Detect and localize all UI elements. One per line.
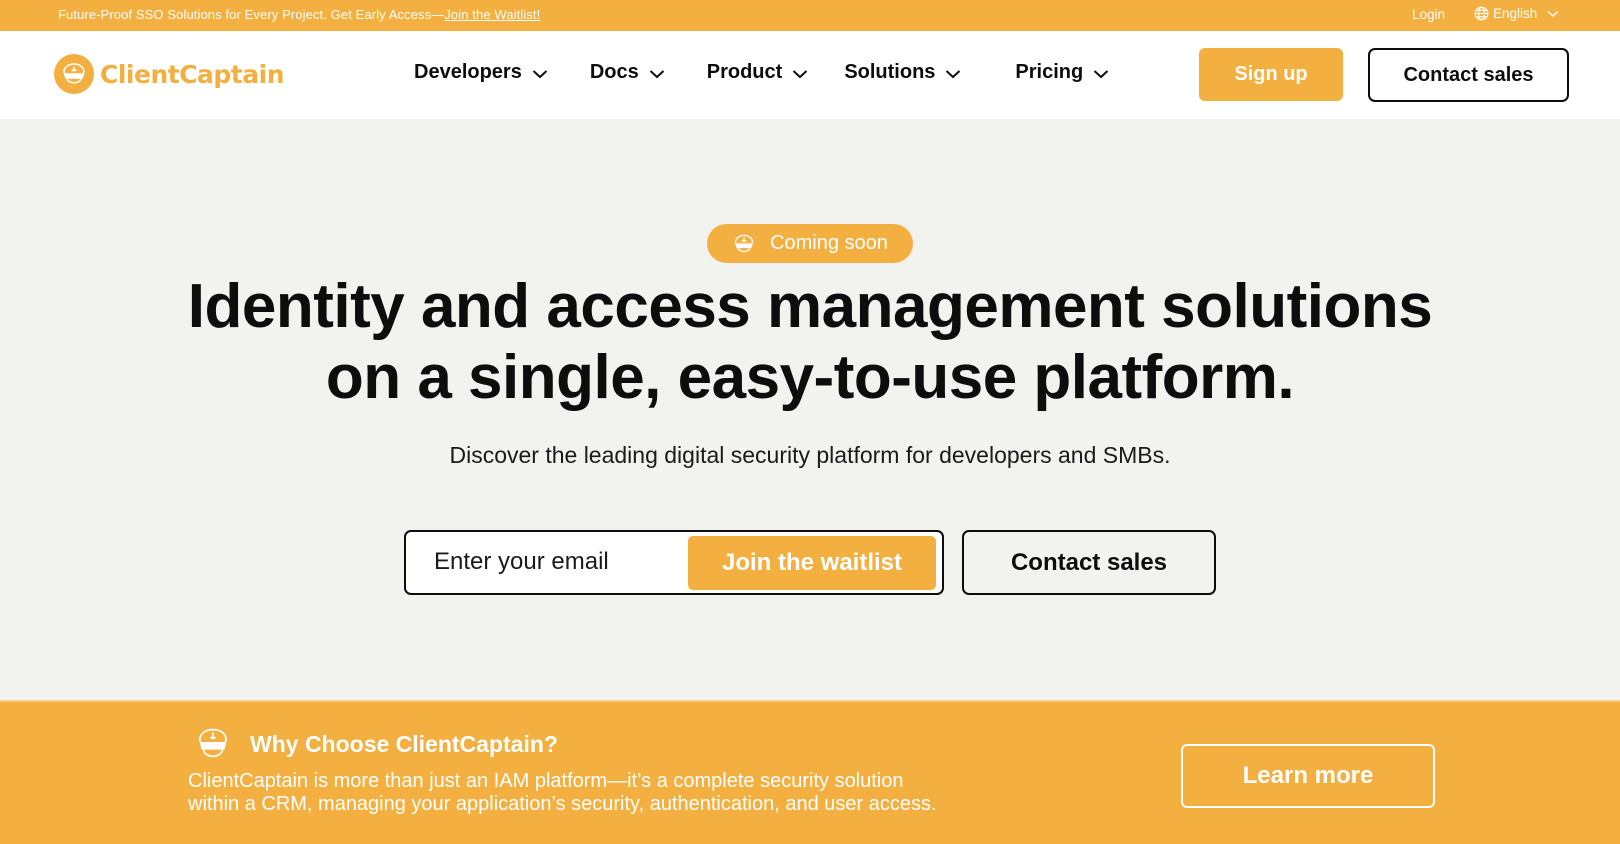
why-choose-title: Why Choose ClientCaptain? — [250, 730, 558, 757]
captain-hat-icon — [198, 728, 228, 758]
headline-line-1: Identity and access management solutions — [187, 272, 1433, 341]
chevron-down-icon — [532, 69, 548, 78]
description-line-2: within a CRM, managing your application’… — [188, 793, 937, 815]
logo[interactable]: ClientCaptain — [54, 54, 285, 94]
globe-icon — [1474, 6, 1489, 21]
join-waitlist-link[interactable]: Join the Waitlist! — [444, 7, 540, 22]
chevron-down-icon — [1094, 69, 1109, 78]
learn-more-button[interactable]: Learn more — [1181, 744, 1435, 808]
primary-nav: Developers Docs Product Solutions Pricin… — [414, 61, 1109, 84]
nav-item-product[interactable]: Product — [707, 61, 809, 84]
nav-label: Pricing — [1015, 61, 1084, 83]
hero-section: Coming soon Identity and access manageme… — [0, 119, 1620, 700]
coming-soon-badge: Coming soon — [707, 224, 913, 263]
why-choose-header: Why Choose ClientCaptain? — [196, 726, 558, 762]
nav-item-solutions[interactable]: Solutions — [844, 61, 961, 84]
nav-label: Solutions — [844, 61, 936, 83]
main-navbar: ClientCaptain Developers Docs Product So… — [0, 31, 1620, 119]
nav-item-docs[interactable]: Docs — [590, 61, 665, 84]
sign-up-button[interactable]: Sign up — [1199, 48, 1343, 101]
captain-hat-icon — [734, 234, 754, 252]
language-selector[interactable]: English — [1474, 6, 1559, 21]
hero-subheadline: Discover the leading digital security pl… — [449, 442, 1171, 468]
why-choose-section: Why Choose ClientCaptain? ClientCaptain … — [0, 700, 1620, 844]
headline-line-2: on a single, easy-to-use platform. — [325, 343, 1295, 412]
nav-item-developers[interactable]: Developers — [414, 61, 548, 84]
contact-sales-button[interactable]: Contact sales — [1368, 48, 1569, 102]
login-link[interactable]: Login — [1412, 7, 1445, 22]
nav-item-pricing[interactable]: Pricing — [1015, 61, 1109, 84]
brand-name: ClientCaptain — [100, 59, 285, 89]
hero-headline: Identity and access management solutions… — [0, 271, 1620, 413]
language-label: English — [1493, 6, 1538, 21]
chevron-down-icon — [649, 69, 664, 78]
captain-hat-logo-icon — [54, 54, 94, 94]
announcement-bar: Future-Proof SSO Solutions for Every Pro… — [0, 0, 1620, 31]
promo-text: Future-Proof SSO Solutions for Every Pro… — [58, 7, 445, 22]
join-waitlist-button[interactable]: Join the waitlist — [688, 536, 936, 590]
nav-label: Docs — [589, 61, 639, 83]
why-choose-description: ClientCaptain is more than just an IAM p… — [188, 770, 988, 816]
chevron-down-icon — [1547, 10, 1559, 17]
badge-label: Coming soon — [770, 232, 888, 254]
description-line-1: ClientCaptain is more than just an IAM p… — [188, 770, 904, 792]
nav-label: Developers — [414, 61, 522, 83]
email-input[interactable] — [434, 532, 684, 592]
nav-label: Product — [706, 61, 783, 83]
promo-message: Future-Proof SSO Solutions for Every Pro… — [58, 7, 540, 22]
chevron-down-icon — [793, 69, 808, 78]
chevron-down-icon — [946, 69, 961, 78]
waitlist-form: Join the waitlist — [404, 530, 944, 595]
hero-contact-sales-button[interactable]: Contact sales — [962, 530, 1216, 595]
